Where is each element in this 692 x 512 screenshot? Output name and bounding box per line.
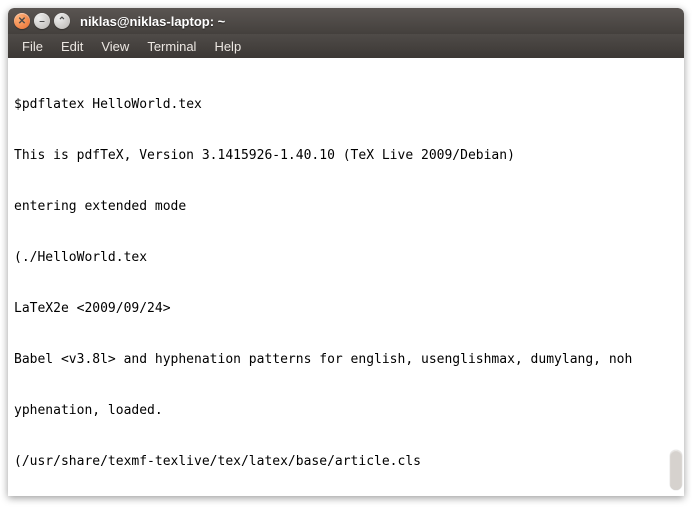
output-line: LaTeX2e <2009/09/24> [14,300,678,317]
menu-view[interactable]: View [93,37,137,56]
output-line: (/usr/share/texmf-texlive/tex/latex/base… [14,453,678,470]
output-line: Babel <v3.8l> and hyphenation patterns f… [14,351,678,368]
menubar: File Edit View Terminal Help [8,34,684,58]
window-title: niklas@niklas-laptop: ~ [80,14,225,29]
close-icon[interactable]: ✕ [14,13,30,29]
command-line: $pdflatex HelloWorld.tex [14,96,678,113]
command-text: pdflatex HelloWorld.tex [22,97,202,112]
menu-terminal[interactable]: Terminal [139,37,204,56]
menu-help[interactable]: Help [206,37,249,56]
close-glyph: ✕ [18,16,26,27]
scrollbar-thumb[interactable] [670,450,682,490]
output-line: entering extended mode [14,198,678,215]
menu-edit[interactable]: Edit [53,37,91,56]
prompt: $ [14,97,22,112]
output-line: (./HelloWorld.tex [14,249,678,266]
output-line: This is pdfTeX, Version 3.1415926-1.40.1… [14,147,678,164]
maximize-icon[interactable]: ⌃ [54,13,70,29]
output-line: yphenation, loaded. [14,402,678,419]
terminal-area[interactable]: $pdflatex HelloWorld.tex This is pdfTeX,… [8,58,684,496]
maximize-glyph: ⌃ [58,16,66,27]
titlebar[interactable]: ✕ – ⌃ niklas@niklas-laptop: ~ [8,8,684,34]
minimize-glyph: – [39,16,45,27]
terminal-window: ✕ – ⌃ niklas@niklas-laptop: ~ File Edit … [8,8,684,496]
menu-file[interactable]: File [14,37,51,56]
minimize-icon[interactable]: – [34,13,50,29]
